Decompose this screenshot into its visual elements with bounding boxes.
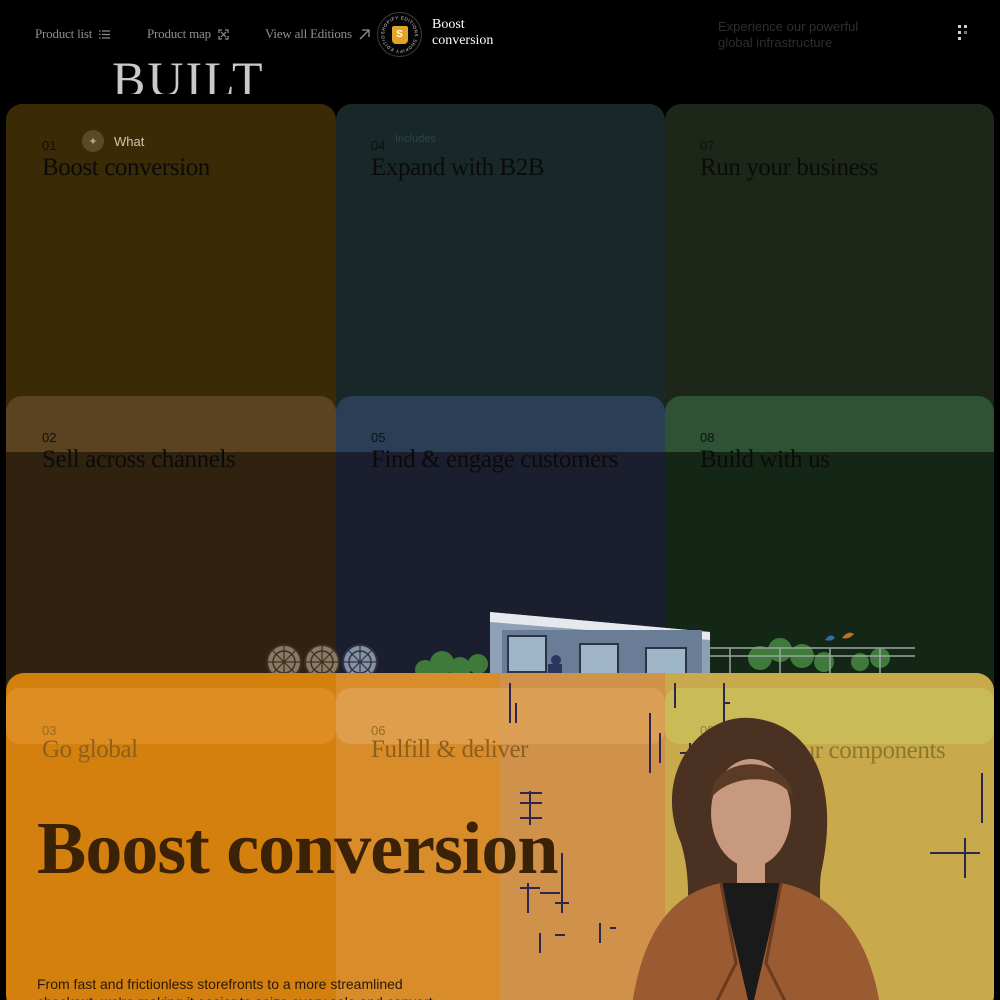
tile-number: 07 [700, 138, 715, 153]
tile-number: 02 [42, 430, 57, 445]
product-list-link[interactable]: Product list [35, 26, 111, 42]
top-nav: BUILT Experience our powerful global inf… [0, 0, 1000, 100]
tile-number: 05 [371, 430, 386, 445]
background-heading: BUILT [112, 54, 265, 94]
tile-number: 04 [371, 138, 386, 153]
hero-title: Boost conversion [37, 808, 558, 890]
tile-title-go-global[interactable]: Go global [42, 736, 138, 764]
expand-icon [218, 28, 229, 40]
tile-title: Build with us [700, 446, 830, 473]
product-map-link[interactable]: Product map [147, 26, 230, 42]
arrow-up-right-icon [359, 28, 370, 39]
product-list-label: Product list [35, 26, 93, 41]
includes-label: Includes [395, 133, 436, 145]
editions-badge[interactable]: SHOPIFY EDITIONS SHOPIFY EDITIONS S [377, 12, 422, 57]
hero-description: From fast and frictionless storefronts t… [37, 976, 433, 1000]
bird-icon [842, 632, 854, 639]
tile-number: 01 [42, 138, 57, 153]
tile-title: Find & engage customers [371, 446, 619, 473]
tile-title: Sell across channels [42, 446, 236, 473]
what-indicator: ✦ What [82, 130, 144, 152]
boost-conversion-hero: 03 Go global 06 Fulfill & deliver 09 Cho… [6, 673, 994, 1000]
edition-title: Boost conversion [432, 17, 494, 48]
product-map-label: Product map [147, 26, 211, 41]
grid-dots-icon[interactable] [955, 25, 971, 45]
view-all-editions-label: View all Editions [265, 26, 352, 41]
tile-number: 08 [700, 430, 715, 445]
shopping-bag-icon: S [391, 25, 408, 44]
tile-title: Expand with B2B [371, 154, 545, 181]
presenter-video[interactable] [611, 713, 901, 1000]
what-label: What [114, 133, 145, 149]
tile-title: Run your business [700, 154, 878, 181]
list-icon [99, 29, 111, 39]
sparkle-icon: ✦ [82, 130, 104, 152]
view-all-editions-link[interactable]: View all Editions [265, 26, 371, 42]
bird-icon [825, 635, 835, 641]
tile-title: Boost conversion [42, 154, 210, 181]
background-tagline: Experience our powerful global infrastru… [718, 19, 859, 50]
